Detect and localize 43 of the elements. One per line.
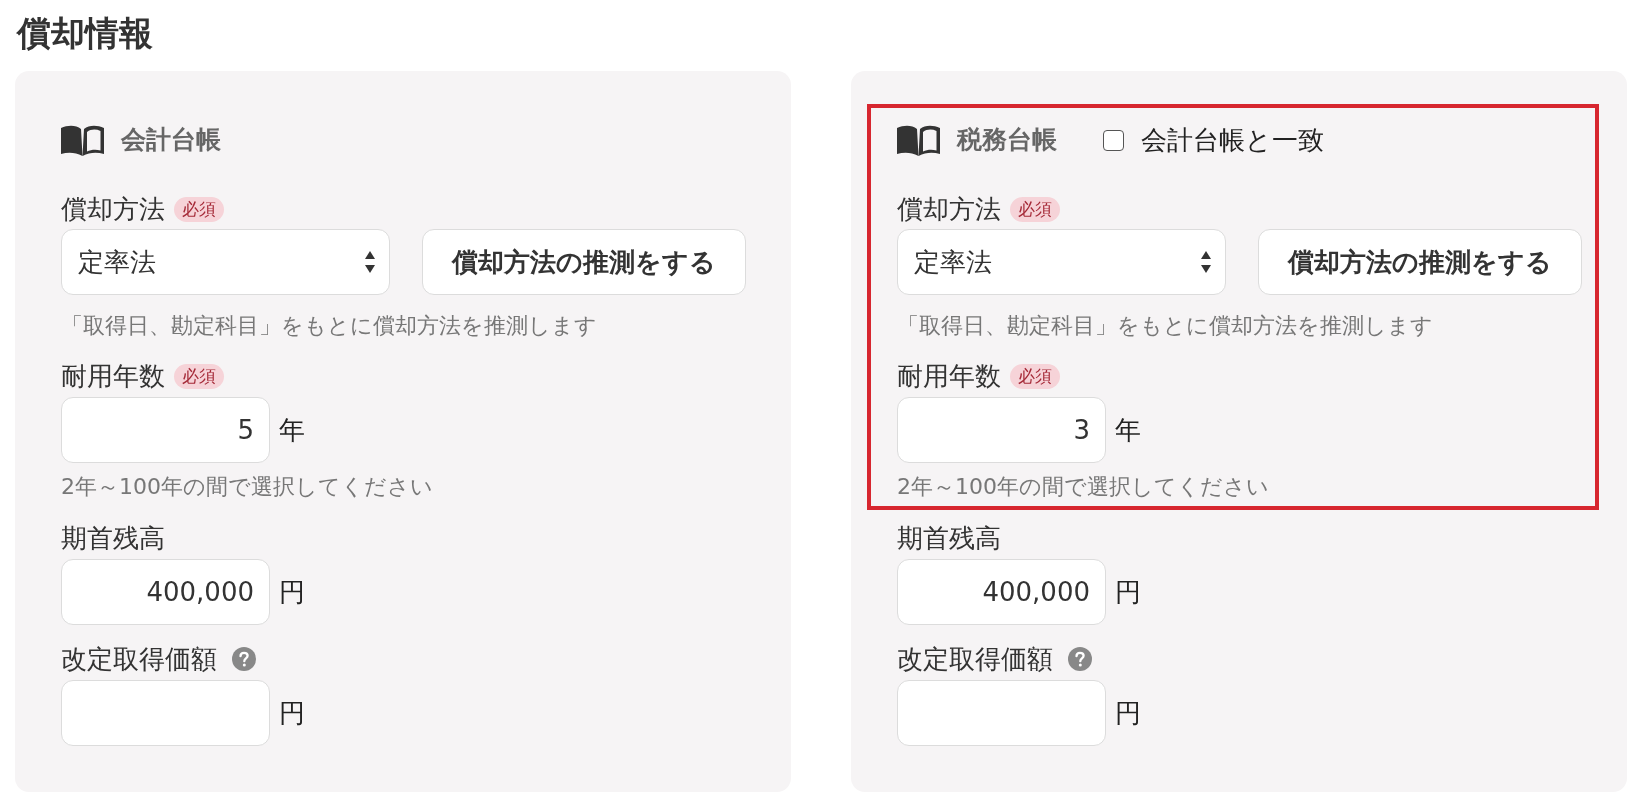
field-label: 耐用年数 bbox=[61, 362, 165, 390]
unit-label: 年 bbox=[279, 413, 305, 447]
hint-text: 2年～100年の間で選択してください bbox=[61, 473, 434, 501]
unit-label: 円 bbox=[279, 696, 305, 730]
number-input[interactable] bbox=[61, 680, 270, 746]
required-badge: 必須 bbox=[174, 196, 224, 222]
select-arrows-icon bbox=[365, 251, 375, 273]
field-label: 償却方法 bbox=[61, 195, 165, 223]
ledger-title: 会計台帳 bbox=[121, 124, 221, 156]
number-input[interactable]: 400,000 bbox=[897, 559, 1106, 625]
field-label: 期首残高 bbox=[61, 524, 165, 552]
match-checkbox[interactable] bbox=[1103, 129, 1124, 151]
method-select[interactable]: 定率法 bbox=[897, 229, 1226, 295]
method-select[interactable]: 定率法 bbox=[61, 229, 390, 295]
field-label: 耐用年数 bbox=[897, 362, 1001, 390]
required-badge: 必須 bbox=[174, 363, 224, 389]
unit-label: 円 bbox=[1115, 575, 1141, 609]
unit-label: 円 bbox=[279, 575, 305, 609]
number-input[interactable]: 5 bbox=[61, 397, 270, 463]
select-arrows-icon bbox=[1201, 251, 1211, 273]
help-icon[interactable] bbox=[1068, 647, 1092, 671]
unit-label: 円 bbox=[1115, 696, 1141, 730]
hint-text: 「取得日、勘定科目」をもとに償却方法を推測します bbox=[897, 312, 1434, 340]
number-input[interactable]: 400,000 bbox=[61, 559, 270, 625]
number-input[interactable]: 3 bbox=[897, 397, 1106, 463]
field-label: 期首残高 bbox=[897, 524, 1001, 552]
book-icon bbox=[897, 124, 940, 156]
estimate-button[interactable]: 償却方法の推測をする bbox=[1258, 229, 1582, 295]
field-label: 償却方法 bbox=[897, 195, 1001, 223]
field-label: 改定取得価額 bbox=[897, 645, 1053, 673]
book-icon bbox=[61, 124, 104, 156]
hint-text: 2年～100年の間で選択してください bbox=[897, 473, 1270, 501]
section-title: 償却情報 bbox=[17, 13, 153, 53]
estimate-button[interactable]: 償却方法の推測をする bbox=[422, 229, 746, 295]
ledger-title: 税務台帳 bbox=[957, 124, 1057, 156]
hint-text: 「取得日、勘定科目」をもとに償却方法を推測します bbox=[61, 312, 598, 340]
required-badge: 必須 bbox=[1010, 196, 1060, 222]
required-badge: 必須 bbox=[1010, 363, 1060, 389]
number-input[interactable] bbox=[897, 680, 1106, 746]
field-label: 改定取得価額 bbox=[61, 645, 217, 673]
help-icon[interactable] bbox=[232, 647, 256, 671]
unit-label: 年 bbox=[1115, 413, 1141, 447]
checkbox-label[interactable]: 会計台帳と一致 bbox=[1141, 124, 1324, 156]
